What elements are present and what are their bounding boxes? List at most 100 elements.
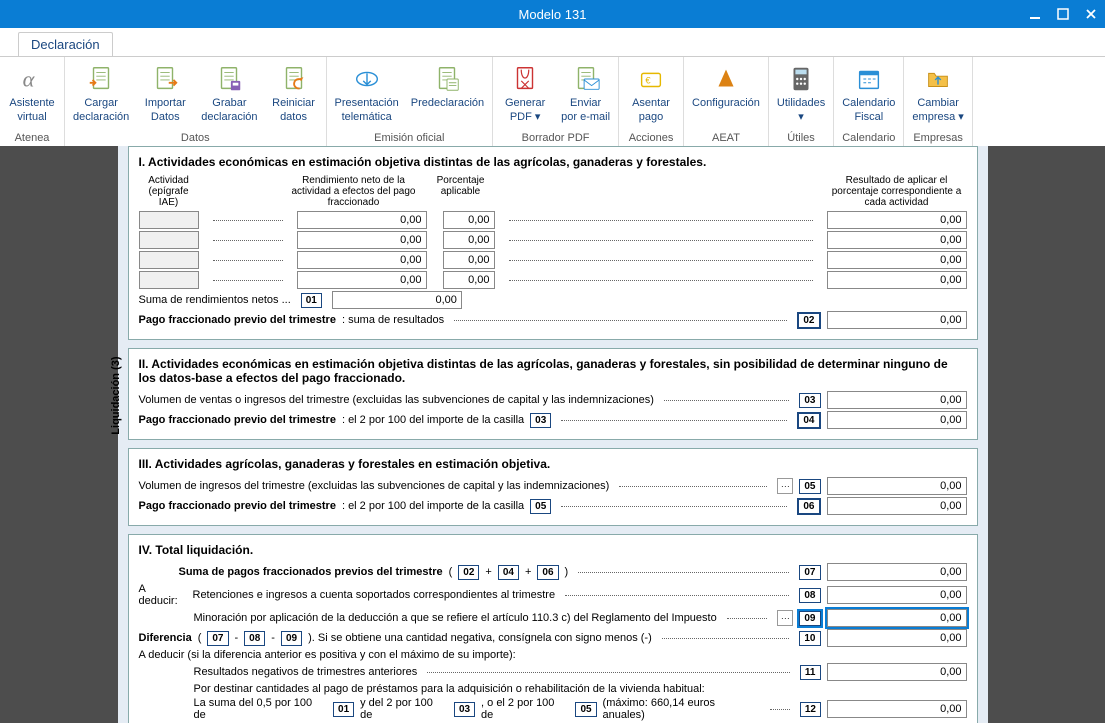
ribbon-group-calendario: CalendarioFiscal Calendario [834,57,904,146]
ribbon-group-empresas: Cambiarempresa ▾ Empresas [904,57,972,146]
ribbon-group-útiles: Utilidades▾ Útiles [769,57,834,146]
cell-result[interactable]: 0,00 [827,211,967,229]
doc-reset-icon [278,63,310,95]
section-iii: III. Actividades agrícolas, ganaderas y … [128,448,978,526]
box-08: 08 [799,588,820,603]
ribbon-group-atenea: αAsistentevirtualAtenea [0,57,65,146]
box-04: 04 [797,412,820,429]
reiniciar-datos[interactable]: Reiniciardatos [268,61,320,125]
doc-in-icon [85,63,117,95]
cell-actividad[interactable] [139,211,199,229]
cloud-icon [351,63,383,95]
section-vertical-label: Liquidación (3) [110,356,122,434]
head-resultado: Resultado de aplicar el porcentaje corre… [827,175,967,208]
calc-icon [785,63,817,95]
val-05[interactable]: 0,00 [827,477,967,495]
val-08[interactable]: 0,00 [827,586,967,604]
link-icon-09[interactable]: ⋯ [777,610,793,626]
box-07: 07 [799,565,820,580]
aeat-icon [710,63,742,95]
title-bar: Modelo 131 [0,0,1105,28]
box-12: 12 [800,702,821,717]
head-rendimiento: Rendimiento neto de la actividad a efect… [289,175,419,208]
suma-val[interactable]: 0,00 [332,291,462,309]
cell-rend[interactable]: 0,00 [297,231,427,249]
svg-text:€: € [645,76,651,86]
val-02[interactable]: 0,00 [827,311,967,329]
ribbon-group-label: Calendario [840,130,897,144]
cell-result[interactable]: 0,00 [827,231,967,249]
generar-pdf[interactable]: GenerarPDF ▾ [499,61,551,125]
ribbon-tabs: Declaración [0,28,1105,57]
val-03[interactable]: 0,00 [827,391,967,409]
cargar-declaracion[interactable]: Cargardeclaración [71,61,131,125]
box-05: 05 [799,479,820,494]
form-page: Liquidación (3) I. Actividades económica… [118,146,988,723]
cell-rend[interactable]: 0,00 [297,211,427,229]
presentacion-telematica[interactable]: Presentacióntelemática [333,61,401,125]
val-09[interactable]: 0,00 [827,609,967,627]
cell-actividad[interactable] [139,231,199,249]
importar-datos[interactable]: ImportarDatos [139,61,191,125]
box-01: 01 [301,293,322,308]
val-07[interactable]: 0,00 [827,563,967,581]
utilidades[interactable]: Utilidades▾ [775,61,827,125]
asentar-pago[interactable]: €Asentarpago [625,61,677,125]
ribbon-group-borrador pdf: GenerarPDF ▾Enviarpor e-mailBorrador PDF [493,57,619,146]
cell-pct[interactable]: 0,00 [443,231,495,249]
pdf-icon [509,63,541,95]
minimize-button[interactable] [1021,0,1049,28]
calendario-fiscal[interactable]: CalendarioFiscal [840,61,897,125]
cell-result[interactable]: 0,00 [827,271,967,289]
doc-arrow-icon [149,63,181,95]
section-iii-title: III. Actividades agrícolas, ganaderas y … [139,457,967,471]
grabar-declaracion[interactable]: Grabardeclaración [199,61,259,125]
ribbon-group-emisión oficial: PresentacióntelemáticaPredeclaraciónEmis… [327,57,494,146]
cell-rend[interactable]: 0,00 [297,271,427,289]
window-title: Modelo 131 [519,7,587,22]
section-i-title: I. Actividades económicas en estimación … [139,155,967,169]
asistente-virtual[interactable]: αAsistentevirtual [6,61,58,125]
cell-pct[interactable]: 0,00 [443,251,495,269]
val-12[interactable]: 0,00 [827,700,967,718]
ribbon-group-label: Útiles [775,130,827,144]
close-button[interactable] [1077,0,1105,28]
val-11[interactable]: 0,00 [827,663,967,681]
ribbon-group-label: Acciones [625,130,677,144]
grid-row: 0,00 0,00 0,00 [139,251,967,269]
box-06: 06 [797,498,820,515]
cell-rend[interactable]: 0,00 [297,251,427,269]
tab-declaracion[interactable]: Declaración [18,32,113,56]
suma-label: Suma de rendimientos netos ... [139,294,291,306]
section-iv: IV. Total liquidación. Suma de pagos fra… [128,534,978,723]
val-10[interactable]: 0,00 [827,629,967,647]
cell-actividad[interactable] [139,271,199,289]
work-area[interactable]: Liquidación (3) I. Actividades económica… [0,146,1105,723]
cell-actividad[interactable] [139,251,199,269]
box-02: 02 [797,312,820,329]
grid-row: 0,00 0,00 0,00 [139,231,967,249]
enviar-email[interactable]: Enviarpor e-mail [559,61,612,125]
ribbon-group-label: Empresas [910,130,965,144]
cell-result[interactable]: 0,00 [827,251,967,269]
ribbon-group-label: Datos [71,130,320,144]
link-icon-05[interactable]: ⋯ [777,478,793,494]
mail-icon [570,63,602,95]
pay-icon: € [635,63,667,95]
predeclaracion[interactable]: Predeclaración [409,61,486,111]
head-actividad: Actividad (epígrafe IAE) [139,175,199,208]
cambiar-empresa[interactable]: Cambiarempresa ▾ [910,61,965,125]
configuracion[interactable]: Configuración [690,61,762,111]
grid-row: 0,00 0,00 0,00 [139,211,967,229]
ribbon-group-acciones: €Asentarpago Acciones [619,57,684,146]
cell-pct[interactable]: 0,00 [443,211,495,229]
ribbon-group-datos: CargardeclaraciónImportarDatosGrabardecl… [65,57,327,146]
section-ii-title: II. Actividades económicas en estimación… [139,357,967,385]
doc-save-icon [213,63,245,95]
val-06[interactable]: 0,00 [827,497,967,515]
maximize-button[interactable] [1049,0,1077,28]
val-04[interactable]: 0,00 [827,411,967,429]
box-09: 09 [799,611,820,626]
ribbon: αAsistentevirtualAteneaCargardeclaración… [0,57,1105,147]
cell-pct[interactable]: 0,00 [443,271,495,289]
